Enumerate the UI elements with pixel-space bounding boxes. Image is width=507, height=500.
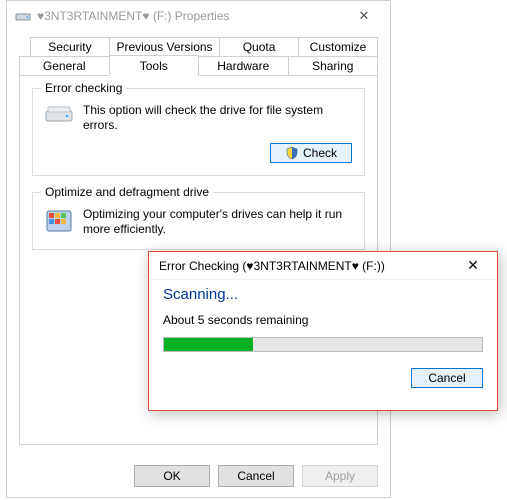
modal-cancel-button[interactable]: Cancel [411,368,483,388]
check-button[interactable]: Check [270,143,352,163]
progress-fill [164,338,253,351]
tab-general[interactable]: General [19,56,110,76]
apply-button: Apply [302,465,378,487]
time-remaining: About 5 seconds remaining [163,313,483,327]
tab-tools[interactable]: Tools [109,55,200,76]
tab-sharing[interactable]: Sharing [288,56,379,76]
properties-window: ♥3NT3RTAINMENT♥ (F:) Properties ✕ Securi… [6,0,391,498]
modal-titlebar[interactable]: Error Checking (♥3NT3RTAINMENT♥ (F:)) ✕ [149,252,497,280]
drive-icon [15,8,31,24]
optimize-desc: Optimizing your computer's drives can he… [83,207,352,237]
tab-security[interactable]: Security [30,37,110,56]
dialog-button-row: OK Cancel Apply [134,465,378,487]
error-checking-desc: This option will check the drive for fil… [83,103,352,133]
tab-previous-versions[interactable]: Previous Versions [109,37,220,56]
cancel-button[interactable]: Cancel [218,465,294,487]
defrag-icon [45,207,73,235]
error-checking-group: Error checking This option will check th… [32,88,365,176]
scanning-status: Scanning... [163,286,483,303]
error-checking-title: Error checking [41,81,126,95]
window-title: ♥3NT3RTAINMENT♥ (F:) Properties [37,9,342,23]
titlebar[interactable]: ♥3NT3RTAINMENT♥ (F:) Properties ✕ [7,1,390,31]
tab-quota[interactable]: Quota [219,37,299,56]
optimize-group: Optimize and defragment drive [32,192,365,250]
tab-customize[interactable]: Customize [298,37,378,56]
hdd-icon [45,105,73,125]
check-button-label: Check [303,146,337,160]
ok-button[interactable]: OK [134,465,210,487]
modal-title: Error Checking (♥3NT3RTAINMENT♥ (F:)) [159,259,453,273]
close-button[interactable]: ✕ [342,1,386,31]
modal-close-button[interactable]: ✕ [453,252,493,280]
tab-hardware[interactable]: Hardware [198,56,289,76]
shield-icon [285,146,299,160]
optimize-title: Optimize and defragment drive [41,185,213,199]
progress-bar [163,337,483,352]
error-checking-dialog: Error Checking (♥3NT3RTAINMENT♥ (F:)) ✕ … [148,251,498,411]
